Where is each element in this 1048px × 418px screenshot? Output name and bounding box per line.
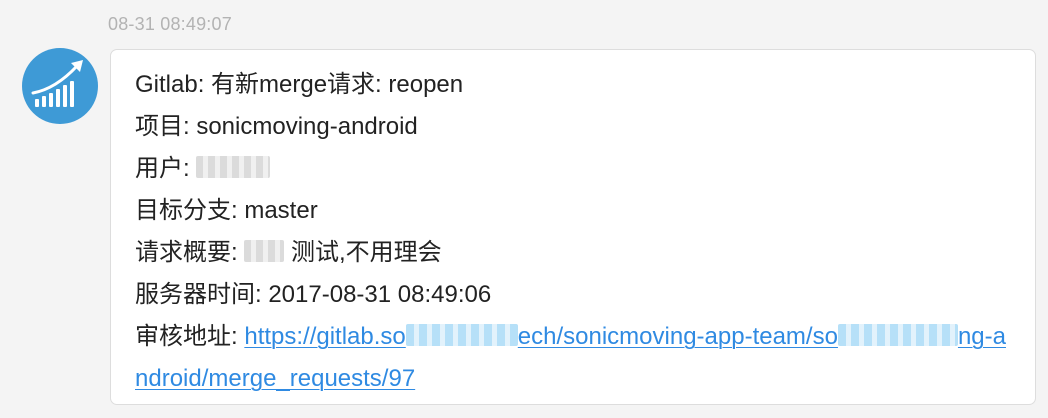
review-address-line: 审核地址: https://gitlab.so ech/sonicmoving-a… [135,316,1011,400]
link-part-1: https://gitlab.so [244,323,406,350]
merge-request-link[interactable]: https://gitlab.so ech/sonicmoving-app-tea… [135,323,1006,392]
summary-text: 测试,不用理会 [284,239,442,266]
summary-line: 请求概要: 测试,不用理会 [135,232,1011,274]
server-time-line: 服务器时间: 2017-08-31 08:49:06 [135,281,492,308]
redacted-link-project [837,324,958,346]
user-line: 用户: [135,148,1011,190]
redacted-summary [244,240,285,262]
review-label: 审核地址: [135,323,245,350]
redacted-link-host [405,324,518,346]
message-bubble: Gitlab: 有新merge请求: reopen 项目: sonicmovin… [110,49,1036,405]
link-part-2: ech/sonicmoving-app-team/so [517,323,838,350]
message-timestamp: 08-31 08:49:07 [108,14,232,34]
summary-label: 请求概要: [135,239,245,266]
project-line: 项目: sonicmoving-android [135,113,418,140]
target-branch-line: 目标分支: master [135,197,318,224]
message-title-line: Gitlab: 有新merge请求: reopen [135,71,464,98]
growth-chart-icon [31,60,83,107]
user-label: 用户: [135,155,197,182]
avatar[interactable] [22,48,98,124]
redacted-user-name [196,156,271,178]
